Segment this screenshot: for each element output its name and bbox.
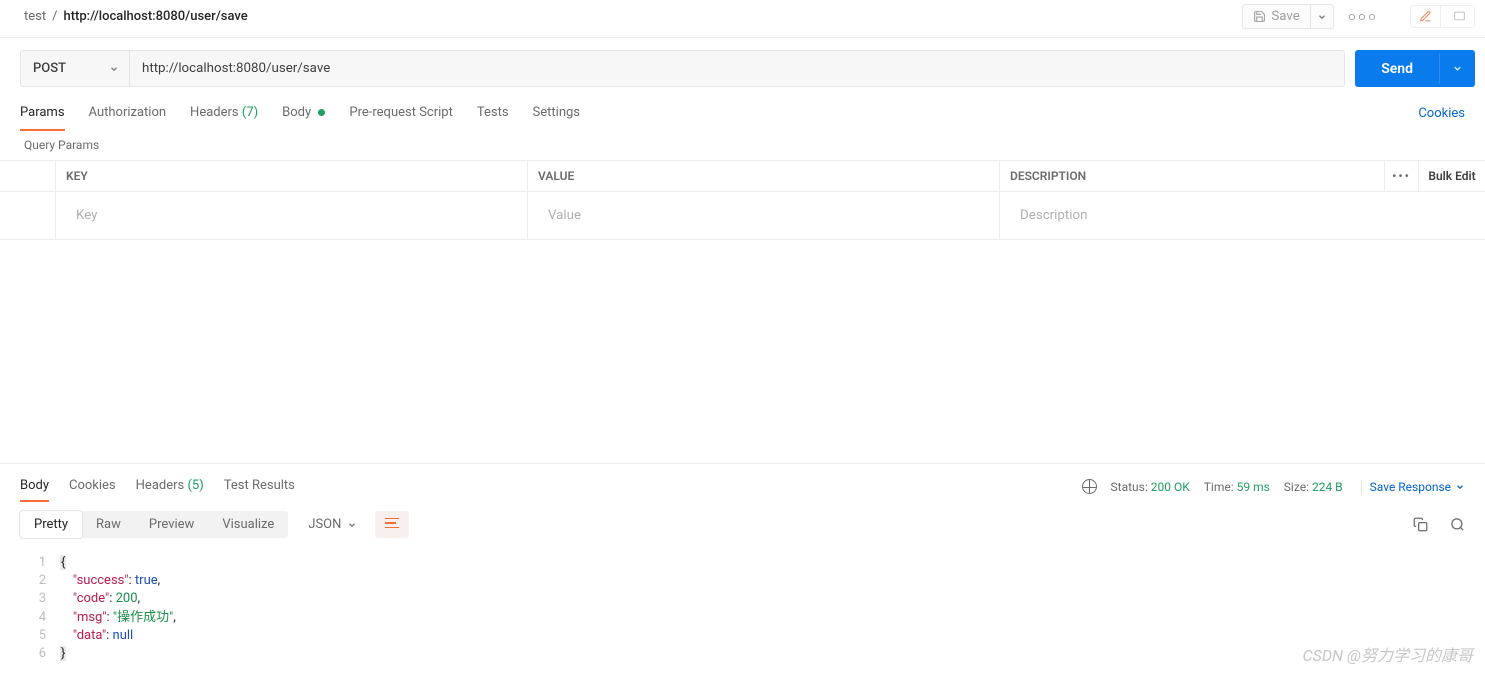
line-number: 5 xyxy=(36,627,60,645)
resp-tab-body[interactable]: Body xyxy=(20,472,49,501)
query-params-label: Query Params xyxy=(0,130,1485,160)
tab-body-label: Body xyxy=(282,105,311,120)
json-value: 200 xyxy=(116,591,138,606)
status-value: 200 OK xyxy=(1151,480,1190,494)
resp-tab-headers-label: Headers xyxy=(136,478,185,493)
json-key: "code" xyxy=(73,591,109,606)
key-input[interactable] xyxy=(66,200,517,231)
tab-headers-label: Headers xyxy=(190,105,239,120)
chevron-down-icon xyxy=(1317,12,1327,22)
view-icons-right xyxy=(1413,517,1465,532)
view-row: Pretty Raw Preview Visualize JSON xyxy=(0,501,1485,548)
col-options-button[interactable]: ••• xyxy=(1385,161,1419,191)
method-select[interactable]: POST xyxy=(20,50,130,87)
response-status: Status: 200 OK Time: 59 ms Size: 224 B S… xyxy=(1082,479,1465,494)
copy-icon[interactable] xyxy=(1413,517,1428,532)
json-key: "data" xyxy=(73,628,106,643)
breadcrumb-request[interactable]: http://localhost:8080/user/save xyxy=(63,9,247,24)
params-table: KEY VALUE DESCRIPTION ••• Bulk Edit xyxy=(0,160,1485,240)
size-value: 224 B xyxy=(1312,480,1343,494)
status-label: Status: xyxy=(1111,480,1148,494)
json-key: "success" xyxy=(73,573,129,588)
tab-body[interactable]: Body xyxy=(282,97,325,130)
save-response-label: Save Response xyxy=(1370,480,1451,494)
view-tab-raw[interactable]: Raw xyxy=(82,511,135,538)
line-number: 1 xyxy=(36,554,60,572)
chevron-down-icon xyxy=(99,54,129,84)
response-body-code[interactable]: 1{ 2 "success": true, 3 "code": 200, 4 "… xyxy=(0,548,1485,683)
response-tabs: Body Cookies Headers (5) Test Results St… xyxy=(0,463,1485,501)
chevron-down-icon xyxy=(347,520,357,530)
tab-headers[interactable]: Headers (7) xyxy=(190,97,258,130)
json-value: null xyxy=(113,628,134,643)
more-options-button[interactable]: ○○○ xyxy=(1340,5,1386,29)
tab-prerequest[interactable]: Pre-request Script xyxy=(349,97,452,130)
breadcrumb-separator: / xyxy=(52,9,57,24)
col-value-header: VALUE xyxy=(528,161,1000,191)
breadcrumb: test / http://localhost:8080/user/save xyxy=(24,9,248,24)
json-value: true xyxy=(135,573,158,588)
time-label: Time: xyxy=(1204,480,1234,494)
search-icon[interactable] xyxy=(1450,517,1465,532)
line-number: 6 xyxy=(36,645,60,663)
format-select[interactable]: JSON xyxy=(298,511,367,538)
view-tab-preview[interactable]: Preview xyxy=(135,511,208,538)
time-value: 59 ms xyxy=(1237,480,1270,494)
row-drag-handle[interactable] xyxy=(0,192,56,239)
tab-header: test / http://localhost:8080/user/save S… xyxy=(0,0,1485,38)
bulk-edit-button[interactable]: Bulk Edit xyxy=(1419,161,1485,191)
table-row xyxy=(0,192,1485,240)
line-number: 2 xyxy=(36,572,60,590)
comment-icon[interactable] xyxy=(1445,6,1474,27)
save-response-button[interactable]: Save Response xyxy=(1361,480,1465,494)
tab-icon-group xyxy=(1410,5,1475,28)
tab-authorization[interactable]: Authorization xyxy=(89,97,167,130)
cookies-link[interactable]: Cookies xyxy=(1418,98,1465,129)
view-tab-pretty[interactable]: Pretty xyxy=(20,511,82,538)
request-row: POST Send xyxy=(0,38,1485,97)
col-key-header: KEY xyxy=(56,161,528,191)
tab-tests[interactable]: Tests xyxy=(477,97,509,130)
wrap-icon xyxy=(385,518,399,528)
header-actions: Save ○○○ xyxy=(1242,4,1475,29)
breadcrumb-collection[interactable]: test xyxy=(24,9,46,24)
value-input[interactable] xyxy=(538,200,989,231)
col-drag-spacer xyxy=(0,161,56,191)
col-desc-header: DESCRIPTION xyxy=(1000,161,1385,191)
method-label: POST xyxy=(21,51,99,86)
json-value: "操作成功" xyxy=(113,610,173,625)
url-input[interactable] xyxy=(130,50,1345,87)
request-tabs: Params Authorization Headers (7) Body Pr… xyxy=(0,97,1485,130)
save-button[interactable]: Save xyxy=(1242,4,1311,29)
size-label: Size: xyxy=(1284,480,1309,494)
globe-icon[interactable] xyxy=(1082,479,1097,494)
send-label: Send xyxy=(1355,51,1439,87)
save-dropdown-button[interactable] xyxy=(1311,4,1334,29)
edit-icon[interactable] xyxy=(1411,6,1441,27)
resp-tab-headers[interactable]: Headers (5) xyxy=(136,472,204,501)
chevron-down-icon xyxy=(1455,482,1465,492)
view-tab-visualize[interactable]: Visualize xyxy=(208,511,288,538)
line-number: 3 xyxy=(36,590,60,608)
line-number: 4 xyxy=(36,609,60,627)
format-label: JSON xyxy=(308,517,341,532)
save-icon xyxy=(1253,10,1266,23)
json-key: "msg" xyxy=(73,610,107,625)
send-button[interactable]: Send xyxy=(1355,50,1475,87)
table-header: KEY VALUE DESCRIPTION ••• Bulk Edit xyxy=(0,161,1485,192)
resp-tab-cookies[interactable]: Cookies xyxy=(69,472,116,501)
view-mode-group: Pretty Raw Preview Visualize xyxy=(20,511,288,538)
resp-tab-testresults[interactable]: Test Results xyxy=(224,472,295,501)
tab-headers-count: (7) xyxy=(242,105,258,120)
resp-tab-headers-count: (5) xyxy=(187,478,203,493)
tab-params[interactable]: Params xyxy=(20,97,65,130)
wrap-lines-button[interactable] xyxy=(375,511,409,538)
save-label: Save xyxy=(1271,9,1300,24)
chevron-down-icon[interactable] xyxy=(1439,53,1475,84)
desc-input[interactable] xyxy=(1010,200,1475,231)
tab-settings[interactable]: Settings xyxy=(533,97,580,130)
body-indicator-dot xyxy=(318,109,325,116)
